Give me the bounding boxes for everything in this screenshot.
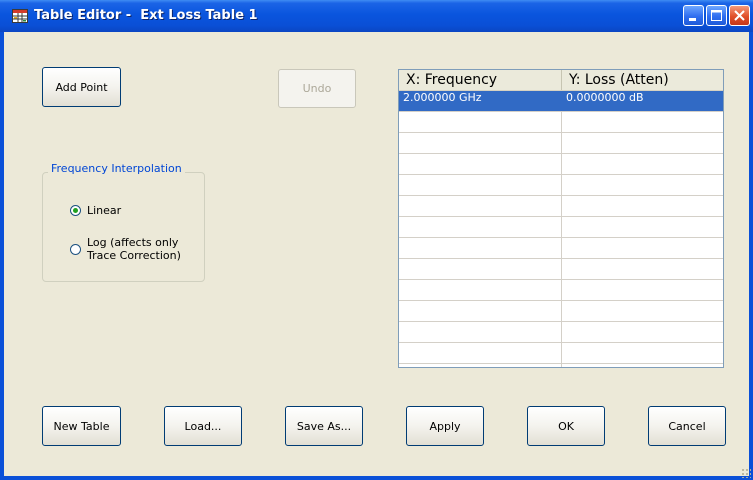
title-bar[interactable]: Table Editor - Ext Loss Table 1	[0, 0, 753, 32]
log-radio-label-line1[interactable]: Log (affects only	[87, 236, 178, 249]
table-row[interactable]: 2.000000 GHz 0.0000000 dB	[399, 91, 723, 112]
table-header: X: Frequency Y: Loss (Atten)	[399, 70, 723, 91]
frequency-interpolation-title: Frequency Interpolation	[48, 162, 185, 175]
loss-cell[interactable]: 0.0000000 dB	[562, 91, 723, 111]
save-as-button[interactable]: Save As...	[285, 406, 363, 446]
table-editor-window: Table Editor - Ext Loss Table 1 Add Poin…	[0, 0, 753, 480]
loss-table-grid[interactable]: X: Frequency Y: Loss (Atten) 2.000000 GH…	[398, 69, 724, 368]
radio-selected-dot	[73, 208, 78, 213]
window-title: Table Editor - Ext Loss Table 1	[34, 8, 258, 23]
maximize-icon	[711, 10, 722, 21]
close-button[interactable]	[729, 5, 750, 26]
column-header-frequency[interactable]: X: Frequency	[399, 70, 562, 90]
new-table-button[interactable]: New Table	[42, 406, 121, 446]
maximize-button[interactable]	[706, 5, 727, 26]
minimize-icon	[689, 18, 696, 21]
load-button[interactable]: Load...	[164, 406, 242, 446]
ok-button[interactable]: OK	[527, 406, 605, 446]
resize-grip[interactable]	[741, 468, 751, 478]
undo-button: Undo	[278, 69, 356, 108]
apply-button[interactable]: Apply	[406, 406, 484, 446]
frequency-interpolation-group	[42, 172, 205, 282]
frequency-cell[interactable]: 2.000000 GHz	[399, 91, 561, 111]
cancel-button[interactable]: Cancel	[648, 406, 726, 446]
column-divider	[561, 111, 562, 367]
linear-radio[interactable]	[70, 205, 81, 216]
close-icon	[734, 10, 745, 21]
add-point-button[interactable]: Add Point	[42, 67, 121, 107]
log-radio-label-line2[interactable]: Trace Correction)	[87, 249, 181, 262]
log-radio[interactable]	[70, 244, 81, 255]
column-header-loss[interactable]: Y: Loss (Atten)	[562, 70, 723, 90]
table-app-icon	[12, 9, 28, 23]
linear-radio-label[interactable]: Linear	[87, 204, 121, 217]
minimize-button[interactable]	[683, 5, 704, 26]
